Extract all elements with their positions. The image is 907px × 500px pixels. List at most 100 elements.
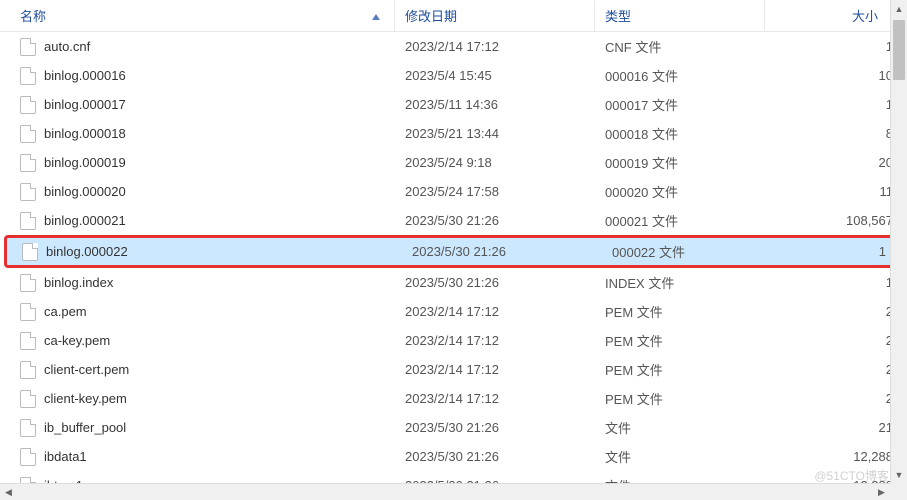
file-type-cell: 000017 文件 xyxy=(595,95,765,114)
file-size-cell: 10 xyxy=(765,68,907,83)
file-date-cell: 2023/2/14 17:12 xyxy=(395,304,595,319)
scroll-down-arrow-icon[interactable]: ▼ xyxy=(891,466,907,483)
file-icon xyxy=(20,390,36,408)
file-icon xyxy=(22,243,38,261)
file-size-cell: 1 xyxy=(765,275,907,290)
table-row[interactable]: binlog.000022 2023/5/30 21:26000022 文件1 xyxy=(4,235,903,268)
file-date-cell: 2023/2/14 17:12 xyxy=(395,362,595,377)
file-icon xyxy=(20,448,36,466)
file-type-cell: CNF 文件 xyxy=(595,37,765,56)
column-header-row: 名称 修改日期 类型 大小 xyxy=(0,0,907,32)
table-row[interactable]: binlog.000019 2023/5/24 9:18000019 文件20 xyxy=(0,148,907,177)
file-name-label: binlog.000018 xyxy=(44,126,126,141)
file-date-cell: 2023/5/30 21:26 xyxy=(395,213,595,228)
sort-ascending-icon xyxy=(372,12,380,20)
table-row[interactable]: ca-key.pem2023/2/14 17:12PEM 文件2 xyxy=(0,326,907,355)
file-size-cell: 2 xyxy=(765,391,907,406)
file-name-label: ca.pem xyxy=(44,304,87,319)
file-name-cell: ca-key.pem xyxy=(0,332,395,350)
table-row[interactable]: binlog.0000182023/5/21 13:44000018 文件8 xyxy=(0,119,907,148)
scroll-up-arrow-icon[interactable]: ▲ xyxy=(891,0,907,17)
file-name-cell: binlog.000021 xyxy=(0,212,395,230)
file-name-cell: binlog.000022 xyxy=(7,243,402,261)
file-name-label: ca-key.pem xyxy=(44,333,110,348)
file-name-label: ib_buffer_pool xyxy=(44,420,126,435)
column-header-name[interactable]: 名称 xyxy=(0,0,395,31)
file-date-cell: 2023/5/24 9:18 xyxy=(395,155,595,170)
table-row[interactable]: ib_buffer_pool2023/5/30 21:26文件21 xyxy=(0,413,907,442)
file-type-cell: 000022 文件 xyxy=(602,242,772,261)
file-icon xyxy=(20,38,36,56)
file-name-label: client-key.pem xyxy=(44,391,127,406)
column-header-type[interactable]: 类型 xyxy=(595,0,765,31)
column-header-size[interactable]: 大小 xyxy=(765,0,890,31)
table-row[interactable]: binlog.0000162023/5/4 15:45000016 文件10 xyxy=(0,61,907,90)
file-type-cell: PEM 文件 xyxy=(595,389,765,408)
table-row[interactable]: ca.pem 2023/2/14 17:12PEM 文件2 xyxy=(0,297,907,326)
column-header-date-label: 修改日期 xyxy=(405,6,457,25)
file-icon xyxy=(20,332,36,350)
horizontal-scrollbar[interactable]: ◀ ▶ xyxy=(0,483,890,500)
file-icon xyxy=(20,303,36,321)
file-icon xyxy=(20,274,36,292)
file-type-cell: 000019 文件 xyxy=(595,153,765,172)
file-name-cell: binlog.000019 xyxy=(0,154,395,172)
file-date-cell: 2023/5/30 21:26 xyxy=(402,244,602,259)
file-size-cell: 12,288 xyxy=(765,449,907,464)
file-icon xyxy=(20,154,36,172)
file-name-label: binlog.000019 xyxy=(44,155,126,170)
file-date-cell: 2023/5/30 21:26 xyxy=(395,275,595,290)
vertical-scrollbar[interactable]: ▲ ▼ xyxy=(890,0,907,483)
column-header-type-label: 类型 xyxy=(605,6,631,25)
vertical-scrollbar-thumb[interactable] xyxy=(893,20,905,80)
file-type-cell: INDEX 文件 xyxy=(595,273,765,292)
table-row[interactable]: binlog.000021 2023/5/30 21:26000021 文件108… xyxy=(0,206,907,235)
table-row[interactable]: binlog.0000172023/5/11 14:36000017 文件1 xyxy=(0,90,907,119)
file-size-cell: 2 xyxy=(765,304,907,319)
table-row[interactable]: client-cert.pem2023/2/14 17:12PEM 文件2 xyxy=(0,355,907,384)
file-name-label: ibdata1 xyxy=(44,449,87,464)
file-name-cell: ib_buffer_pool xyxy=(0,419,395,437)
scroll-left-arrow-icon[interactable]: ◀ xyxy=(0,484,17,500)
file-type-cell: 000020 文件 xyxy=(595,182,765,201)
file-icon xyxy=(20,183,36,201)
file-name-label: binlog.000020 xyxy=(44,184,126,199)
file-name-cell: client-key.pem xyxy=(0,390,395,408)
file-date-cell: 2023/5/30 21:26 xyxy=(395,420,595,435)
file-name-cell: binlog.000016 xyxy=(0,67,395,85)
file-size-cell: 8 xyxy=(765,126,907,141)
file-size-cell: 20 xyxy=(765,155,907,170)
file-name-cell: ibdata1 xyxy=(0,448,395,466)
scroll-right-arrow-icon[interactable]: ▶ xyxy=(873,484,890,500)
table-row[interactable]: binlog.0000202023/5/24 17:58000020 文件11 xyxy=(0,177,907,206)
file-icon xyxy=(20,96,36,114)
file-name-label: binlog.000016 xyxy=(44,68,126,83)
file-type-cell: PEM 文件 xyxy=(595,331,765,350)
file-date-cell: 2023/5/11 14:36 xyxy=(395,97,595,112)
file-date-cell: 2023/5/21 13:44 xyxy=(395,126,595,141)
file-size-cell: 21 xyxy=(765,420,907,435)
file-list-container: 名称 修改日期 类型 大小 auto.cnf2023/2/14 17:12CNF… xyxy=(0,0,907,500)
file-name-label: binlog.000021 xyxy=(44,213,126,228)
file-name-cell: binlog.000018 xyxy=(0,125,395,143)
table-row[interactable]: binlog.index 2023/5/30 21:26INDEX 文件1 xyxy=(0,268,907,297)
file-name-label: binlog.index xyxy=(44,275,113,290)
file-date-cell: 2023/5/4 15:45 xyxy=(395,68,595,83)
file-size-cell: 108,567 xyxy=(765,213,907,228)
file-icon xyxy=(20,125,36,143)
file-type-cell: PEM 文件 xyxy=(595,302,765,321)
column-header-date[interactable]: 修改日期 xyxy=(395,0,595,31)
file-size-cell: 1 xyxy=(765,97,907,112)
file-name-cell: ca.pem xyxy=(0,303,395,321)
file-icon xyxy=(20,67,36,85)
file-size-cell: 2 xyxy=(765,362,907,377)
table-row[interactable]: client-key.pem2023/2/14 17:12PEM 文件2 xyxy=(0,384,907,413)
file-type-cell: 000021 文件 xyxy=(595,211,765,230)
file-name-label: binlog.000022 xyxy=(46,244,128,259)
file-name-cell: binlog.000020 xyxy=(0,183,395,201)
file-size-cell: 1 xyxy=(772,244,900,259)
file-name-cell: binlog.index xyxy=(0,274,395,292)
file-date-cell: 2023/5/24 17:58 xyxy=(395,184,595,199)
table-row[interactable]: ibdata12023/5/30 21:26文件12,288 xyxy=(0,442,907,471)
table-row[interactable]: auto.cnf2023/2/14 17:12CNF 文件1 xyxy=(0,32,907,61)
